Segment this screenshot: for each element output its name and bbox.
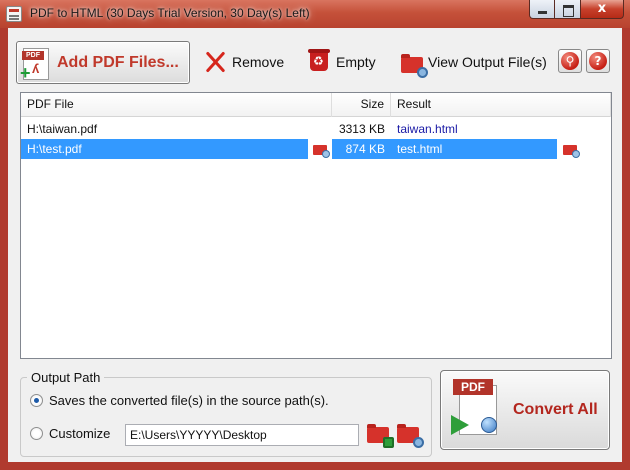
empty-label: Empty [336, 54, 376, 70]
help-button[interactable]: ? [586, 49, 610, 73]
folder-search-icon[interactable] [397, 424, 424, 448]
add-pdf-files-label: Add PDF Files... [57, 54, 179, 71]
maximize-button[interactable] [555, 0, 581, 19]
window-title: PDF to HTML (30 Days Trial Version, 30 D… [30, 6, 310, 20]
file-list[interactable]: PDF File Size Result H:\taiwan.pdf 3313 … [20, 92, 612, 359]
source-path-radio[interactable] [30, 394, 43, 407]
close-button[interactable]: x [581, 0, 624, 19]
app-icon[interactable] [6, 6, 22, 22]
title-bar[interactable]: PDF to HTML (30 Days Trial Version, 30 D… [0, 0, 630, 28]
minimize-button[interactable] [529, 0, 555, 19]
key-icon: ⚲ [561, 52, 579, 70]
main-window: PDF ʎ + Add PDF Files... Remove Empty Vi… [8, 28, 622, 462]
result-link[interactable]: taiwan.html [391, 119, 561, 139]
customize-radio[interactable] [30, 427, 43, 440]
remove-button[interactable]: Remove [204, 48, 288, 76]
table-row[interactable]: H:\taiwan.pdf 3313 KB taiwan.html [21, 119, 611, 139]
output-path-group: Output Path Saves the converted file(s) … [20, 370, 432, 457]
customize-label[interactable]: Customize [49, 426, 110, 441]
pdf-add-icon: PDF ʎ + [20, 48, 49, 82]
window-controls: x [529, 0, 624, 19]
open-source-folder-icon[interactable] [313, 145, 330, 158]
red-x-icon [204, 50, 226, 74]
column-header-result[interactable]: Result [391, 93, 611, 117]
open-output-folder-icon[interactable] [563, 145, 580, 158]
recycle-bin-icon [308, 49, 330, 71]
file-size-cell: 874 KB [332, 139, 391, 159]
file-name-cell: H:\test.pdf [21, 139, 308, 159]
register-button[interactable]: ⚲ [558, 49, 582, 73]
folder-search-icon [401, 54, 428, 78]
folder-down-icon[interactable] [367, 424, 394, 448]
output-path-label: Output Path [27, 370, 105, 385]
add-pdf-files-button[interactable]: PDF ʎ + Add PDF Files... [16, 41, 190, 84]
file-size-cell: 3313 KB [338, 122, 385, 136]
pdf-to-html-icon: PDF [451, 379, 497, 439]
convert-all-button[interactable]: PDF Convert All [440, 370, 610, 450]
result-link[interactable]: test.html [391, 139, 557, 159]
output-path-input[interactable] [125, 424, 359, 446]
empty-button[interactable]: Empty [308, 48, 386, 76]
column-header-size[interactable]: Size [332, 93, 391, 117]
remove-label: Remove [232, 54, 285, 70]
help-icon: ? [589, 52, 607, 70]
view-output-files-label: View Output File(s) [428, 54, 547, 70]
file-name-cell: H:\taiwan.pdf [27, 122, 98, 136]
column-header-pdf-file[interactable]: PDF File [21, 93, 332, 117]
view-output-files-button[interactable]: View Output File(s) [399, 48, 547, 78]
convert-all-label: Convert All [513, 401, 598, 418]
close-icon: x [597, 1, 607, 16]
toolbar: PDF ʎ + Add PDF Files... Remove Empty Vi… [8, 28, 622, 90]
source-path-label[interactable]: Saves the converted file(s) in the sourc… [49, 393, 329, 408]
file-list-header: PDF File Size Result [21, 93, 611, 117]
table-row[interactable]: H:\test.pdf 874 KB test.html [21, 139, 611, 159]
